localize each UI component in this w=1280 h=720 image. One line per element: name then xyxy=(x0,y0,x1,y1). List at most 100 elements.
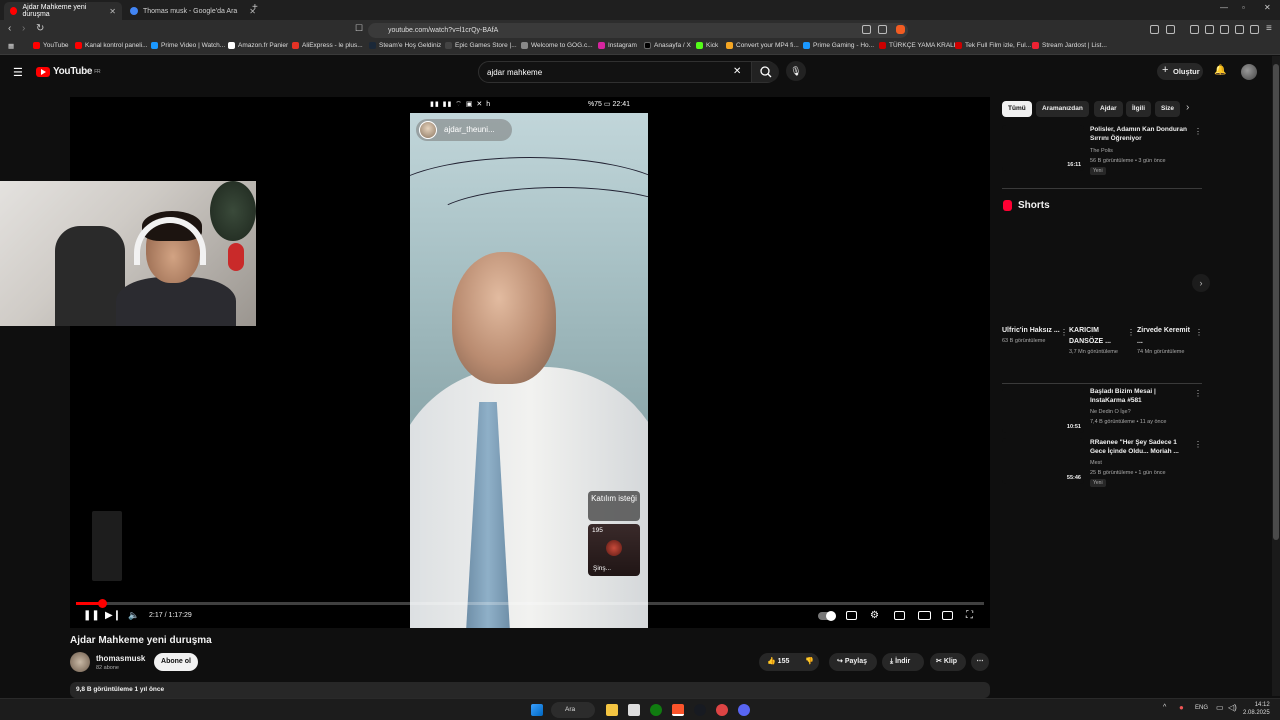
bookmark-item[interactable]: Steam'e Hoş Geldiniz xyxy=(369,42,441,49)
clear-search-icon[interactable]: ✕ xyxy=(733,66,741,77)
xbox-icon[interactable] xyxy=(650,704,662,716)
fullscreen-icon[interactable]: ⛶ xyxy=(966,610,973,621)
more-vert-icon[interactable]: ⋮ xyxy=(1194,440,1202,449)
related-video[interactable]: 55:46 RRaenee "Her Şey Sadece 1 Gece İçi… xyxy=(1002,438,1202,488)
bookmark-item[interactable]: Stream Jardost | List... xyxy=(1032,42,1107,49)
bookmark-item[interactable]: Kick xyxy=(696,42,718,49)
chrome-icon[interactable] xyxy=(716,704,728,716)
back-icon[interactable]: ‹ xyxy=(8,23,11,34)
bookmark-item[interactable]: Anasayfa / X xyxy=(644,42,691,49)
settings-gear-icon[interactable]: ⚙ xyxy=(870,610,879,621)
voice-search-button[interactable]: 🎙 xyxy=(786,61,806,81)
autoplay-toggle[interactable] xyxy=(818,611,836,621)
steam-icon[interactable] xyxy=(694,704,706,716)
chip-all[interactable]: Tümü xyxy=(1002,101,1032,117)
short-item[interactable]: Ulfric'in Haksız ... 63 B görüntüleme ⋮ xyxy=(1002,325,1068,345)
chip-for-you[interactable]: Size xyxy=(1155,101,1181,117)
calendar-icon[interactable] xyxy=(628,704,640,716)
video-player[interactable]: ▮▮ ▮▮ ⌔ ▣ ✕ h %75 ▭ 22:41 ajdar_theuni..… xyxy=(70,97,990,628)
share-button[interactable]: ↪ Paylaş xyxy=(829,653,877,671)
pause-button[interactable]: ❚❚ xyxy=(83,610,100,621)
bookmark-icon[interactable]: ☐ xyxy=(355,23,363,34)
like-button[interactable]: 👍 155 xyxy=(767,653,789,671)
account-avatar[interactable] xyxy=(1241,64,1257,80)
create-button[interactable]: Oluştur xyxy=(1157,62,1203,80)
network-icon[interactable]: ▭ xyxy=(1216,703,1224,712)
chip-ajdar[interactable]: Ajdar xyxy=(1094,101,1123,117)
chip-related[interactable]: İlgili xyxy=(1126,101,1151,117)
cast-icon[interactable] xyxy=(942,611,953,620)
video-thumbnail[interactable]: 55:46 xyxy=(1002,438,1084,484)
new-tab-button[interactable]: + xyxy=(252,2,258,13)
taskbar-search[interactable]: Ara xyxy=(551,702,595,718)
chip-from-search[interactable]: Aramanızdan xyxy=(1036,101,1089,117)
dislike-button[interactable]: 👎 xyxy=(805,653,814,671)
apps-icon[interactable]: ▦ xyxy=(8,42,14,50)
brave-browser-icon[interactable] xyxy=(672,704,684,716)
share-page-icon[interactable] xyxy=(878,25,887,34)
menu-icon[interactable]: ≡ xyxy=(1266,23,1272,34)
extension-icon[interactable] xyxy=(1150,25,1159,34)
search-button[interactable] xyxy=(751,62,779,82)
description-box[interactable]: 9,8 B görüntüleme 1 yıl önce xyxy=(70,682,990,698)
mic-tray-icon[interactable]: ● xyxy=(1179,703,1184,712)
channel-name[interactable]: thomasmusk xyxy=(96,654,145,663)
browser-tab-google[interactable]: Thomas musk - Google'da Ara ✕ xyxy=(124,2,262,20)
more-actions-button[interactable]: ⋯ xyxy=(971,653,989,671)
more-vert-icon[interactable]: ⋮ xyxy=(1060,328,1068,337)
channel-avatar[interactable] xyxy=(70,652,90,672)
subscribe-button[interactable]: Abone ol xyxy=(154,653,198,671)
next-video-button[interactable]: ▶❙ xyxy=(105,610,121,621)
bookmark-item[interactable]: Amazon.fr Panier xyxy=(228,42,288,49)
bookmark-item[interactable]: Welcome to GOG.c... xyxy=(521,42,593,49)
sidebar-icon[interactable] xyxy=(1205,25,1214,34)
file-explorer-icon[interactable] xyxy=(606,704,618,716)
miniplayer-icon[interactable] xyxy=(894,611,905,620)
clip-button[interactable]: ✂ Klip xyxy=(930,653,966,671)
maximize-icon[interactable]: ▫ xyxy=(1242,3,1245,12)
bookmark-item[interactable]: Prime Gaming - Ho... xyxy=(803,42,874,49)
search-input[interactable] xyxy=(487,65,727,79)
youtube-logo[interactable]: YouTube FR xyxy=(36,66,101,77)
language-indicator[interactable]: ENG xyxy=(1195,705,1208,711)
bookmark-item[interactable]: Epic Games Store |... xyxy=(445,42,517,49)
bookmark-item[interactable]: AliExpress - le plus... xyxy=(292,42,363,49)
bookmark-item[interactable]: Kanal kontrol paneli... xyxy=(75,42,148,49)
bookmark-item[interactable]: Instagram xyxy=(598,42,637,49)
scrubber-handle[interactable] xyxy=(98,599,108,608)
vpn-icon[interactable] xyxy=(1250,25,1259,34)
video-thumbnail[interactable]: 10:51 xyxy=(1002,387,1084,433)
shorts-next-button[interactable]: › xyxy=(1192,274,1210,292)
bookmark-item[interactable]: Convert your MP4 fi... xyxy=(726,42,799,49)
more-vert-icon[interactable]: ⋮ xyxy=(1195,328,1203,337)
download-button[interactable]: ⤓ İndir xyxy=(882,653,924,671)
chips-next-icon[interactable]: › xyxy=(1186,102,1189,113)
notifications-bell-icon[interactable]: 🔔 xyxy=(1214,65,1226,76)
browser-tab-youtube[interactable]: Ajdar Mahkeme yeni duruşma ✕ xyxy=(4,2,122,20)
close-tab-icon[interactable]: ✕ xyxy=(109,7,116,16)
extension-icon[interactable] xyxy=(1166,25,1175,34)
tray-expand-icon[interactable]: ^ xyxy=(1163,704,1166,711)
short-item[interactable]: KARICIM DANSÖZE ... 3,7 Mn görüntüleme ⋮ xyxy=(1069,325,1135,356)
taskbar-clock[interactable]: 14:12 2.08.2025 xyxy=(1243,701,1270,717)
more-vert-icon[interactable]: ⋮ xyxy=(1127,328,1135,337)
forward-icon[interactable]: › xyxy=(22,23,25,34)
more-vert-icon[interactable]: ⋮ xyxy=(1194,389,1202,398)
video-thumbnail[interactable]: 16:11 xyxy=(1002,125,1084,171)
bookmark-item[interactable]: TÜRKÇE YAMA KRALI xyxy=(879,42,956,49)
related-video[interactable]: 16:11 Polisler, Adamın Kan Donduran Sırr… xyxy=(1002,125,1202,175)
short-item[interactable]: Zirvede Keremit ... 74 Mn görüntüleme ⋮ xyxy=(1137,325,1203,356)
volume-tray-icon[interactable]: ◁) xyxy=(1228,703,1237,712)
leo-icon[interactable] xyxy=(1235,25,1244,34)
progress-bar[interactable] xyxy=(76,599,984,608)
related-video[interactable]: 10:51 Başladı Bizim Mesai | InstaKarma #… xyxy=(1002,387,1202,437)
close-window-icon[interactable]: ✕ xyxy=(1264,3,1271,12)
brave-shield-icon[interactable] xyxy=(896,25,905,34)
more-vert-icon[interactable]: ⋮ xyxy=(1194,127,1202,136)
discord-icon[interactable] xyxy=(738,704,750,716)
theater-mode-icon[interactable] xyxy=(918,611,931,620)
extension-icon[interactable] xyxy=(1190,25,1199,34)
volume-icon[interactable]: 🔈 xyxy=(128,610,139,621)
bookmark-item[interactable]: Prime Video | Watch... xyxy=(151,42,225,49)
wallet-icon[interactable] xyxy=(1220,25,1229,34)
